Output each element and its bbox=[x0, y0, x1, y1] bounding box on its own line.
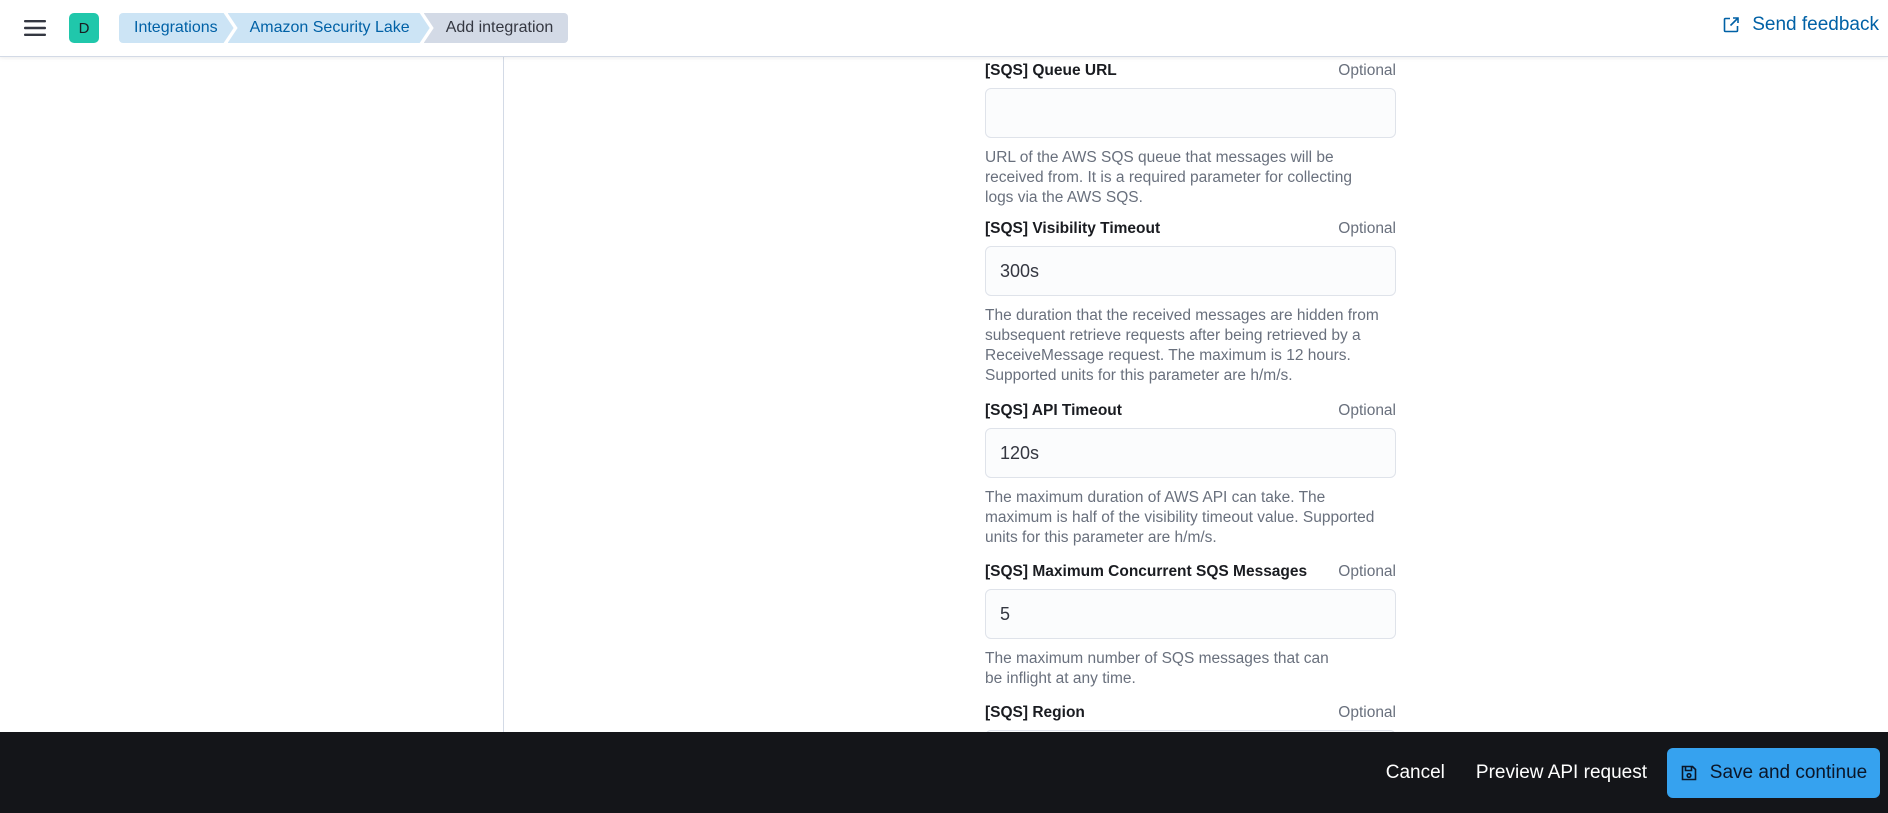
field-sqs-max-concurrent-messages: [SQS] Maximum Concurrent SQS Messages Op… bbox=[985, 561, 1396, 689]
cancel-button[interactable]: Cancel bbox=[1386, 762, 1445, 784]
preview-api-request-button[interactable]: Preview API request bbox=[1476, 762, 1647, 784]
save-button-label: Save and continue bbox=[1709, 761, 1868, 783]
avatar-letter: D bbox=[78, 19, 90, 37]
send-feedback-label: Send feedback bbox=[1752, 14, 1879, 35]
save-icon bbox=[1681, 765, 1697, 780]
field-sqs-api-timeout: [SQS] API Timeout Optional 120s The maxi… bbox=[985, 400, 1396, 548]
field-label: [SQS] Region bbox=[985, 704, 1085, 721]
external-link-icon bbox=[1723, 17, 1740, 33]
breadcrumb-add-integration: Add integration bbox=[423, 13, 569, 43]
sidebar-divider bbox=[503, 57, 504, 732]
field-help-text: The maximum duration of AWS API can take… bbox=[985, 489, 1375, 546]
field-help-text: URL of the AWS SQS queue that messages w… bbox=[985, 149, 1352, 206]
sqs-max-concurrent-messages-input[interactable]: 5 bbox=[985, 589, 1396, 639]
sqs-api-timeout-input[interactable]: 120s bbox=[985, 428, 1396, 478]
optional-hint: Optional bbox=[1338, 62, 1396, 79]
optional-hint: Optional bbox=[1338, 402, 1396, 419]
field-help-text: The maximum number of SQS messages that … bbox=[985, 650, 1329, 687]
field-sqs-queue-url: [SQS] Queue URL Optional URL of the AWS … bbox=[985, 60, 1396, 208]
field-sqs-visibility-timeout: [SQS] Visibility Timeout Optional 300s T… bbox=[985, 218, 1396, 386]
send-feedback-link[interactable]: Send feedback bbox=[1722, 14, 1879, 36]
menu-toggle-button[interactable] bbox=[20, 13, 50, 43]
sqs-queue-url-input[interactable] bbox=[985, 88, 1396, 138]
space-avatar[interactable]: D bbox=[69, 13, 99, 43]
optional-hint: Optional bbox=[1338, 704, 1396, 721]
breadcrumb-integrations[interactable]: Integrations bbox=[119, 13, 234, 43]
hamburger-menu-icon bbox=[24, 20, 46, 36]
top-header: D Integrations Amazon Security Lake Add … bbox=[0, 0, 1888, 57]
optional-hint: Optional bbox=[1338, 220, 1396, 237]
optional-hint: Optional bbox=[1338, 563, 1396, 580]
field-label: [SQS] Visibility Timeout bbox=[985, 220, 1161, 237]
field-label: [SQS] Queue URL bbox=[985, 62, 1117, 79]
field-label: [SQS] API Timeout bbox=[985, 402, 1122, 419]
integration-settings-form: [SQS] Queue URL Optional URL of the AWS … bbox=[985, 60, 1396, 780]
sqs-visibility-timeout-input[interactable]: 300s bbox=[985, 246, 1396, 296]
breadcrumb-amazon-security-lake[interactable]: Amazon Security Lake bbox=[228, 13, 430, 43]
breadcrumb: Integrations Amazon Security Lake Add in… bbox=[119, 13, 569, 43]
field-label: [SQS] Maximum Concurrent SQS Messages bbox=[985, 563, 1308, 580]
field-help-text: The duration that the received messages … bbox=[985, 307, 1379, 384]
bottom-action-bar: Cancel Preview API request Save and cont… bbox=[0, 732, 1888, 813]
save-and-continue-button[interactable]: Save and continue bbox=[1667, 747, 1880, 798]
